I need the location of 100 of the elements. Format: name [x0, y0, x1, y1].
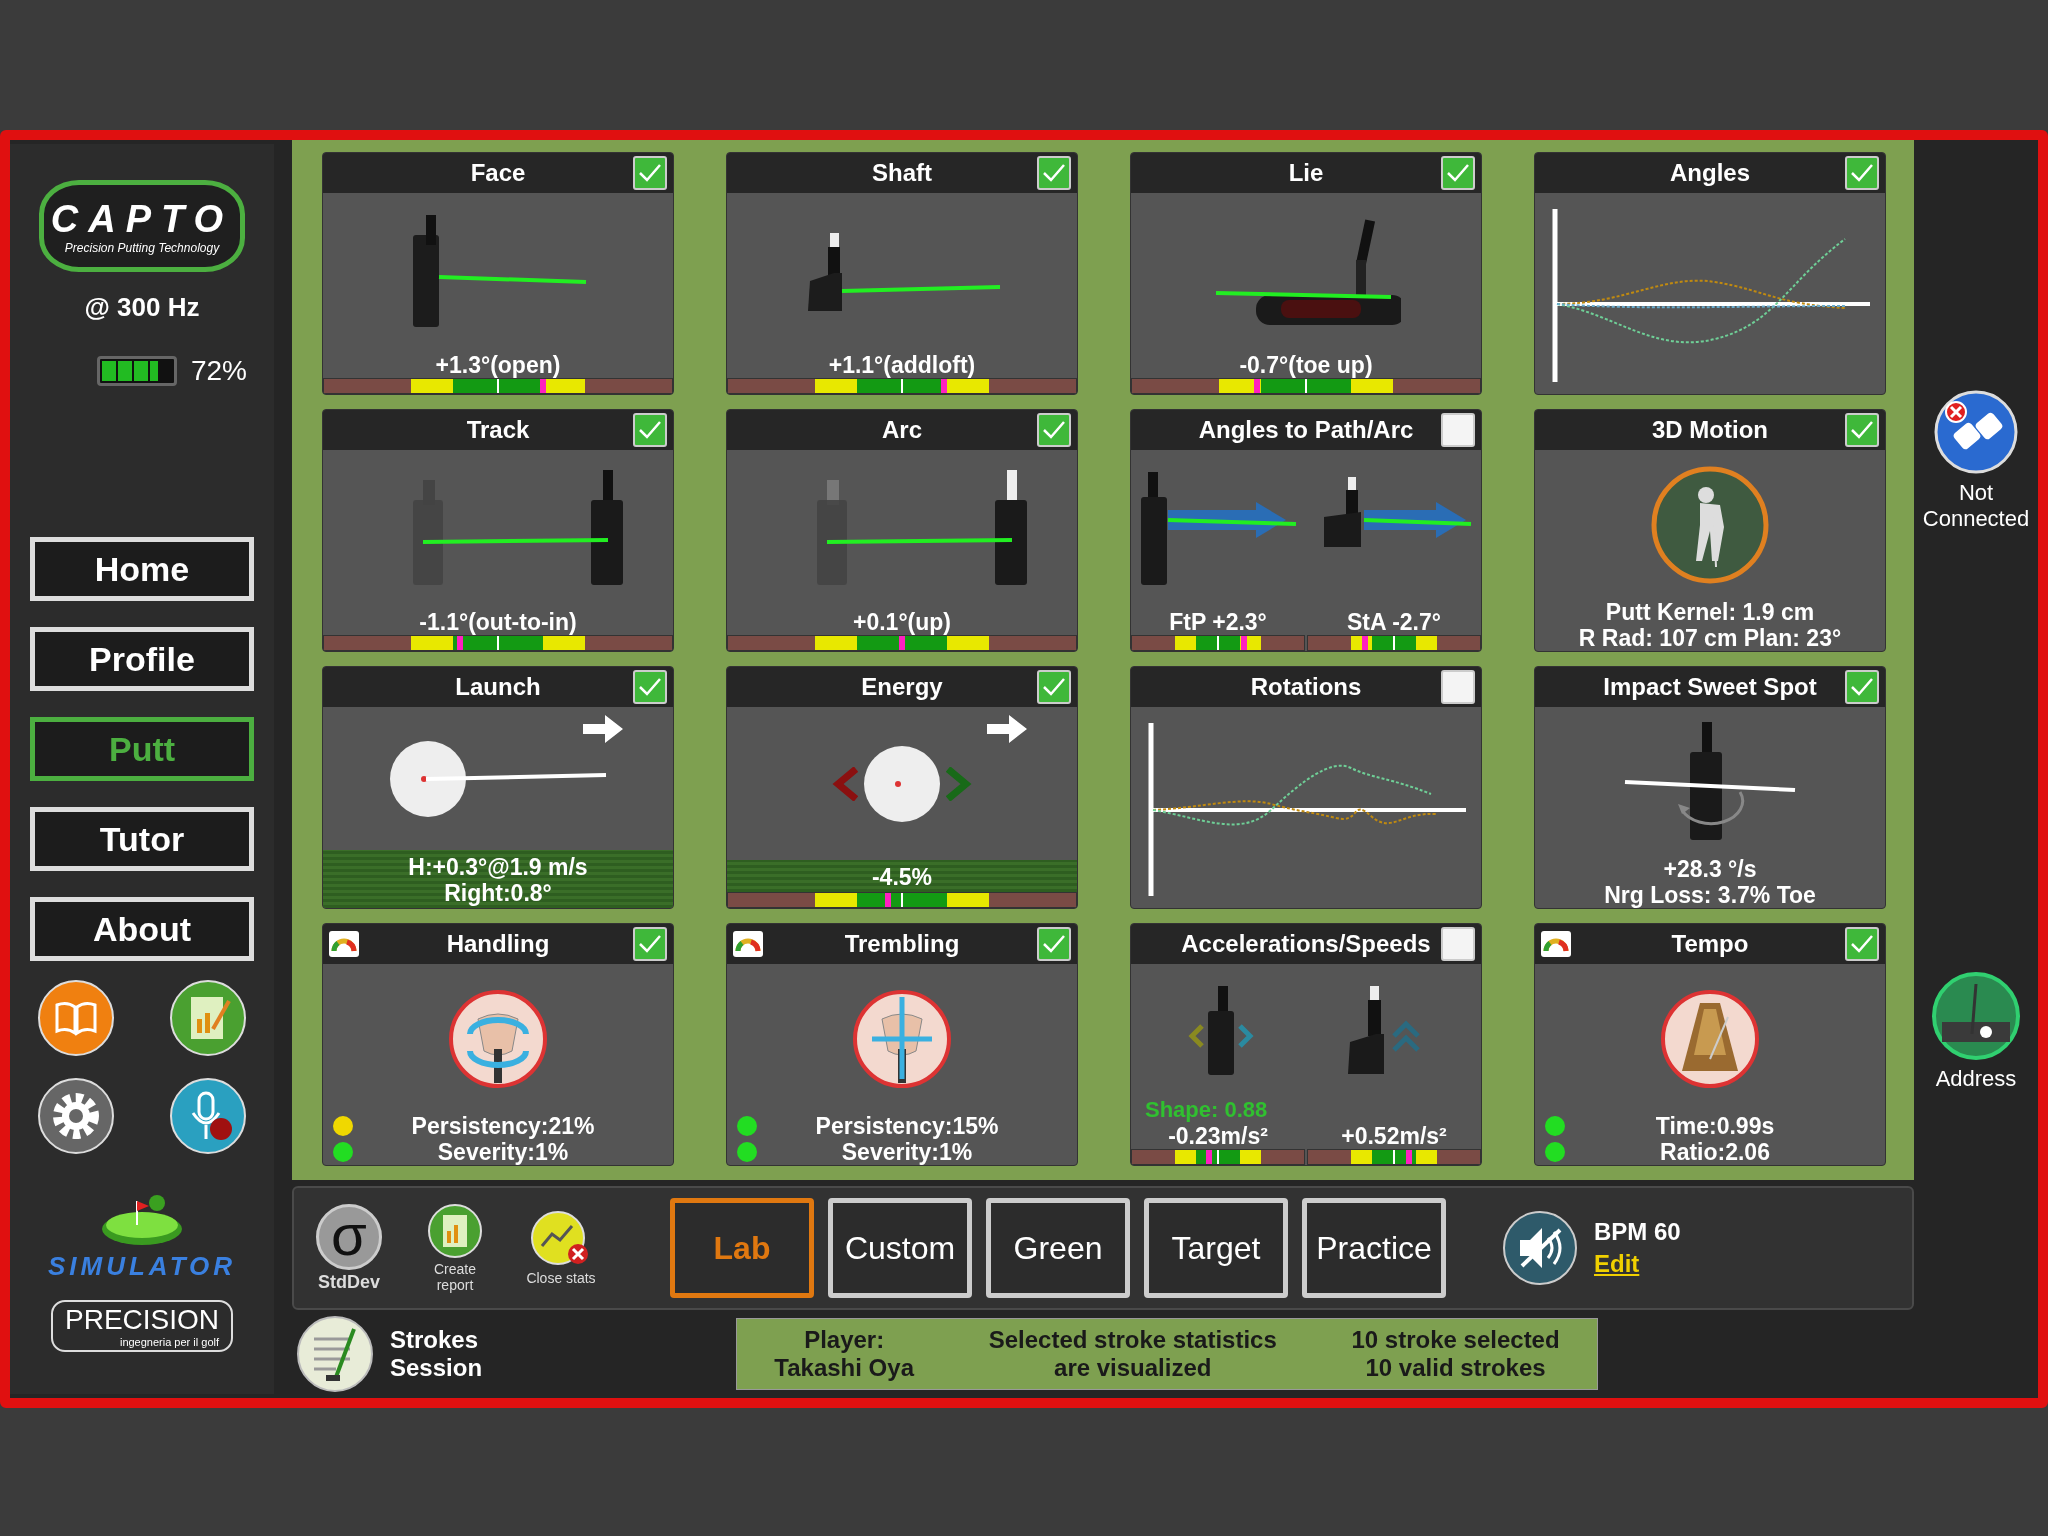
readout-text: Right:0.8°	[444, 880, 552, 906]
speaker-muted-icon[interactable]	[1502, 1210, 1578, 1286]
connection-status: Not Connected	[1921, 480, 2031, 532]
book-icon[interactable]	[37, 979, 115, 1057]
checkbox[interactable]	[1845, 670, 1879, 704]
check-icon	[1042, 420, 1066, 440]
golf-ball-icon	[862, 743, 942, 824]
mode-tab[interactable]: Custom	[828, 1198, 972, 1298]
mode-tab[interactable]: Lab	[670, 1198, 814, 1298]
nav-button[interactable]: About	[30, 897, 254, 961]
hands-grip-icon	[448, 988, 548, 1089]
panel-title: Track	[466, 416, 530, 444]
nav-button[interactable]: Home	[30, 537, 254, 601]
check-icon	[1446, 163, 1470, 183]
check-icon	[638, 163, 662, 183]
status-text: 10 valid strokes	[1365, 1354, 1546, 1382]
panel-title: Face	[470, 159, 526, 187]
checkbox[interactable]	[1441, 927, 1475, 961]
mode-tab[interactable]: Target	[1144, 1198, 1288, 1298]
address-label: Address	[1934, 1066, 2018, 1092]
check-icon	[1850, 420, 1874, 440]
strokes-list-icon[interactable]	[296, 1315, 374, 1393]
checkbox[interactable]	[1441, 413, 1475, 447]
readout-text: StA -2.7°	[1347, 609, 1441, 635]
tool-button[interactable]: σ StdDev	[304, 1203, 394, 1293]
checkbox[interactable]	[633, 670, 667, 704]
readout-text: -0.23m/s²	[1168, 1123, 1268, 1149]
settings-icon[interactable]	[37, 1077, 115, 1155]
nav-button[interactable]: Tutor	[30, 807, 254, 871]
check-icon	[1042, 677, 1066, 697]
tool-button[interactable]: Create report	[410, 1203, 500, 1293]
checkbox[interactable]	[633, 413, 667, 447]
report-icon	[427, 1203, 483, 1259]
shape-value: Shape: 0.88	[1145, 1097, 1268, 1123]
panel-title: Handling	[446, 930, 550, 958]
check-icon	[638, 677, 662, 697]
checkbox[interactable]	[633, 927, 667, 961]
readout-text: Severity:1%	[436, 1139, 570, 1165]
readout-text: +1.3°(open)	[435, 352, 561, 378]
chevron-left-icon	[832, 766, 858, 801]
mode-tab[interactable]: Practice	[1302, 1198, 1446, 1298]
check-icon	[1042, 163, 1066, 183]
battery-icon	[96, 356, 177, 386]
status-text: 10 stroke selected	[1351, 1326, 1560, 1354]
checkbox[interactable]	[1845, 927, 1879, 961]
panel-title: Angles	[1670, 159, 1750, 187]
tool-button[interactable]: Close stats	[516, 1210, 606, 1286]
metronome-icon	[1660, 988, 1760, 1089]
precision-logo: PRECISION ingegneria per il golf	[51, 1300, 233, 1352]
edit-link[interactable]: Edit	[1594, 1250, 1681, 1278]
readout-text: -0.7°(toe up)	[1239, 352, 1373, 378]
checkbox[interactable]	[1845, 413, 1879, 447]
nav-button[interactable]: Putt	[30, 717, 254, 781]
checkbox[interactable]	[1845, 156, 1879, 190]
readout-text: -1.1°(out-to-in)	[419, 609, 577, 635]
right-arrow-icon	[987, 715, 1027, 743]
panel-title: Launch	[455, 673, 541, 701]
chevron-right-icon	[946, 766, 972, 801]
disconnected-plug-icon[interactable]	[1934, 390, 2018, 474]
readout-text: -4.5%	[871, 864, 933, 890]
checkbox[interactable]	[1037, 413, 1071, 447]
checkbox[interactable]	[1441, 670, 1475, 704]
golfer-figure-icon	[1650, 464, 1770, 585]
readout-text: Putt Kernel: 1.9 cm	[1605, 599, 1815, 625]
check-icon	[638, 420, 662, 440]
status-text: are visualized	[1054, 1354, 1212, 1382]
checkbox[interactable]	[633, 156, 667, 190]
check-icon	[1042, 934, 1066, 954]
readout-text: R Rad: 107 cm Plan: 23°	[1578, 625, 1842, 651]
checkbox[interactable]	[1037, 156, 1071, 190]
capto-logo: CAPTO Precision Putting Technology	[39, 180, 245, 272]
readout-text: Persistency:21%	[410, 1113, 596, 1139]
checkbox[interactable]	[1441, 156, 1475, 190]
check-icon	[638, 934, 662, 954]
microphone-icon[interactable]	[169, 1077, 247, 1155]
status-text: Player:	[804, 1326, 885, 1354]
nav-button[interactable]: Profile	[30, 627, 254, 691]
panel-title: Angles to Path/Arc	[1198, 416, 1414, 444]
readout-text: +1.1°(addloft)	[828, 352, 976, 378]
panel-title: Accelerations/Speeds	[1181, 930, 1431, 958]
frequency-label: @ 300 Hz	[84, 292, 200, 323]
panel-title: Tempo	[1671, 930, 1749, 958]
status-text: Selected stroke statistics	[988, 1326, 1277, 1354]
checkbox[interactable]	[1037, 927, 1071, 961]
simulator-label: SIMULATOR	[47, 1251, 237, 1282]
readout-text: Time:0.99s	[1654, 1113, 1776, 1139]
readout-text: Severity:1%	[840, 1139, 974, 1165]
address-putter-icon[interactable]	[1932, 972, 2020, 1060]
check-icon	[1850, 677, 1874, 697]
check-icon	[1850, 163, 1874, 183]
readout-text: H:+0.3°@1.9 m/s	[408, 854, 588, 880]
readout-text: Nrg Loss: 3.7% Toe	[1604, 882, 1816, 908]
panel-title: 3D Motion	[1652, 416, 1768, 444]
mode-tab[interactable]: Green	[986, 1198, 1130, 1298]
checkbox[interactable]	[1037, 670, 1071, 704]
report-icon[interactable]	[169, 979, 247, 1057]
panel-title: Trembling	[844, 930, 960, 958]
readout-text: +28.3 °/s	[1663, 856, 1757, 882]
panel-title: Energy	[861, 673, 943, 701]
readout-text: +0.52m/s²	[1341, 1123, 1447, 1149]
